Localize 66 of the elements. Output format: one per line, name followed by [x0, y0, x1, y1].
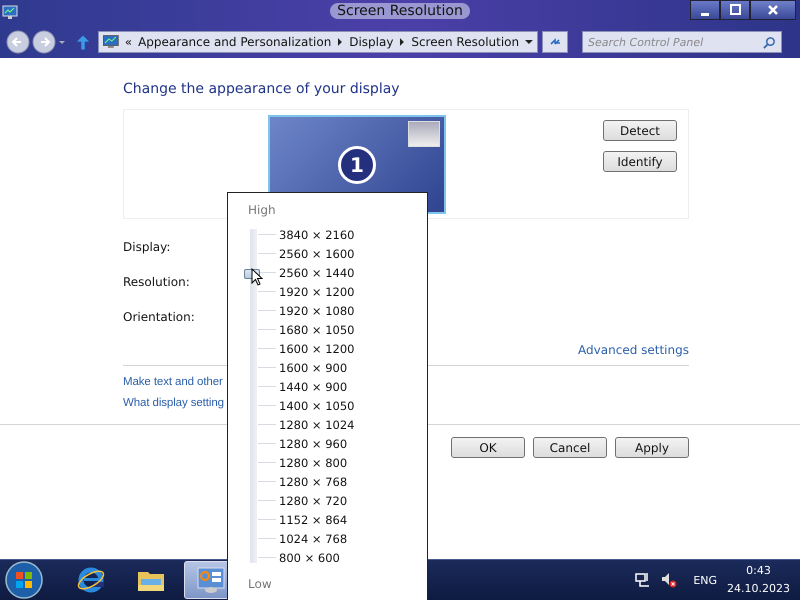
resolution-option[interactable]: 1600 × 1200 [279, 342, 354, 356]
dialog-button[interactable]: Apply [615, 437, 689, 458]
resolution-option[interactable]: 3840 × 2160 [279, 228, 354, 242]
advanced-settings-link[interactable]: Advanced settings [578, 343, 689, 357]
language-indicator[interactable]: ENG [693, 574, 718, 586]
field-label: Resolution: [123, 275, 190, 291]
resolution-option[interactable]: 1680 × 1050 [279, 322, 354, 336]
monitor-icon [2, 5, 18, 21]
dropdown-arrow-icon[interactable] [525, 39, 533, 45]
resolution-option[interactable]: 1280 × 1024 [279, 418, 354, 432]
resolution-option[interactable]: 1600 × 900 [279, 360, 348, 374]
help-link[interactable]: What display setting [123, 397, 224, 409]
search-field[interactable]: Search Control Panel [582, 31, 782, 53]
resolution-option[interactable]: 2560 × 1440 [279, 266, 354, 280]
breadcrumb-item[interactable]: Screen Resolution [411, 35, 520, 49]
close-button[interactable] [750, 0, 796, 20]
field-label: Orientation: [123, 310, 195, 326]
up-arrow-icon[interactable] [76, 34, 90, 50]
help-link[interactable]: Make text and other [123, 376, 223, 388]
control-panel-icon [196, 565, 226, 595]
panel-button[interactable]: Detect [603, 120, 677, 141]
globe-e-icon [76, 565, 106, 595]
breadcrumb-item[interactable]: Appearance and Personalization [138, 35, 332, 49]
clock-date[interactable]: 24.10.2023 [727, 580, 790, 598]
history-dropdown-icon[interactable] [58, 38, 66, 46]
resolution-option[interactable]: 1280 × 800 [279, 456, 348, 470]
monitor-number: 1 [338, 146, 376, 184]
restore-button[interactable] [720, 0, 750, 20]
dialog-button[interactable]: OK [451, 437, 525, 458]
breadcrumb-item[interactable]: Display [349, 35, 394, 49]
minimize-button[interactable] [690, 0, 720, 20]
resolution-option[interactable]: 800 × 600 [279, 550, 340, 564]
close-icon [767, 4, 779, 16]
restore-icon [729, 4, 741, 16]
address-bar[interactable]: « Appearance and Personalization Display Screen Resolution [98, 31, 538, 53]
resolution-option[interactable]: 1280 × 960 [279, 436, 348, 450]
forward-button[interactable] [32, 30, 56, 54]
search-icon [763, 36, 776, 49]
window-thumbnail-icon [408, 121, 440, 147]
minimize-icon [701, 12, 709, 16]
panel-button[interactable]: Identify [603, 151, 677, 172]
breadcrumb-arrow-icon[interactable] [337, 38, 344, 46]
resolution-option[interactable]: 1400 × 1050 [279, 398, 354, 412]
page-heading: Change the appearance of your display [123, 81, 401, 97]
back-button[interactable] [6, 30, 30, 54]
resolution-option[interactable]: 1920 × 1080 [279, 304, 354, 318]
window-title: Screen Resolution [330, 3, 470, 19]
resolution-option[interactable]: 1152 × 864 [279, 512, 348, 526]
resolution-option[interactable]: 1280 × 768 [279, 474, 348, 488]
breadcrumb-overflow[interactable]: « [124, 35, 132, 49]
refresh-button[interactable] [542, 31, 568, 53]
monitor-icon [103, 35, 119, 49]
resolution-option[interactable]: 2560 × 1600 [279, 246, 354, 260]
start-button[interactable] [4, 560, 44, 600]
breadcrumb-arrow-icon[interactable] [399, 38, 406, 46]
resolution-option[interactable]: 1440 × 900 [279, 380, 348, 394]
resolution-option[interactable]: 1920 × 1200 [279, 284, 354, 298]
volume-muted-icon[interactable] [661, 572, 678, 588]
low-label: Low [248, 577, 273, 591]
resolution-option[interactable]: 1280 × 720 [279, 494, 348, 508]
mouse-cursor-icon [251, 268, 263, 286]
field-label: Display: [123, 240, 170, 256]
clock-time[interactable]: 0:43 [746, 562, 771, 580]
dialog-button[interactable]: Cancel [533, 437, 607, 458]
resolution-option[interactable]: 1024 × 768 [279, 532, 348, 546]
network-icon[interactable] [635, 572, 652, 588]
